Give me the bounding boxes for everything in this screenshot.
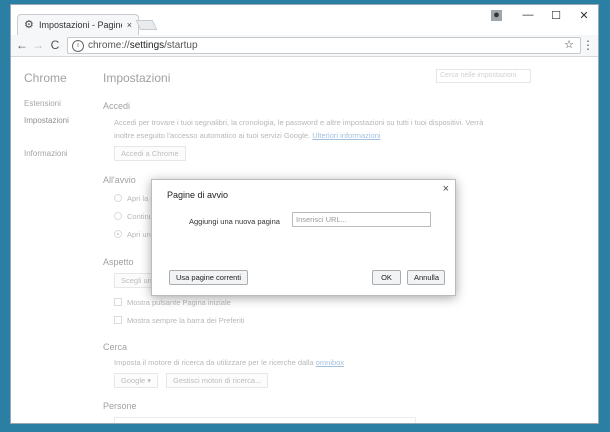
tab-settings[interactable]: ⚙ Impostazioni - Pagine di ×: [17, 14, 139, 35]
add-page-label: Aggiungi una nuova pagina: [189, 217, 280, 226]
toolbar: ← → C i chrome://settings/startup ☆ ⋮: [11, 35, 598, 57]
gear-icon: ⚙: [24, 19, 34, 31]
bookmark-star-icon[interactable]: ☆: [564, 38, 574, 51]
window-controls: ● — ☐ ✕: [491, 5, 598, 25]
cancel-button[interactable]: Annulla: [407, 270, 445, 285]
back-icon[interactable]: ←: [15, 38, 29, 52]
url-text: chrome://settings/startup: [88, 40, 198, 51]
minimize-icon[interactable]: —: [514, 9, 542, 21]
forward-icon[interactable]: →: [31, 38, 45, 52]
profile-icon[interactable]: ●: [491, 9, 502, 21]
dialog-title: Pagine di avvio: [167, 190, 229, 200]
tab-title: Impostazioni - Pagine di: [39, 20, 122, 30]
dialog-close-icon[interactable]: ×: [443, 183, 449, 195]
close-window-icon[interactable]: ✕: [570, 9, 598, 22]
ok-button[interactable]: OK: [372, 270, 401, 285]
address-bar[interactable]: i chrome://settings/startup ☆: [67, 37, 581, 54]
new-tab-button[interactable]: [135, 20, 158, 30]
startup-pages-dialog: Pagine di avvio × Aggiungi una nuova pag…: [151, 179, 456, 296]
use-current-pages-button[interactable]: Usa pagine correnti: [169, 270, 249, 285]
reload-icon[interactable]: C: [48, 38, 62, 52]
info-icon[interactable]: i: [72, 40, 84, 52]
maximize-icon[interactable]: ☐: [542, 9, 570, 22]
title-bar: ⚙ Impostazioni - Pagine di × ● — ☐ ✕: [11, 5, 598, 35]
tab-close-icon[interactable]: ×: [127, 20, 132, 30]
menu-icon[interactable]: ⋮: [582, 38, 594, 52]
url-input[interactable]: [292, 212, 431, 227]
